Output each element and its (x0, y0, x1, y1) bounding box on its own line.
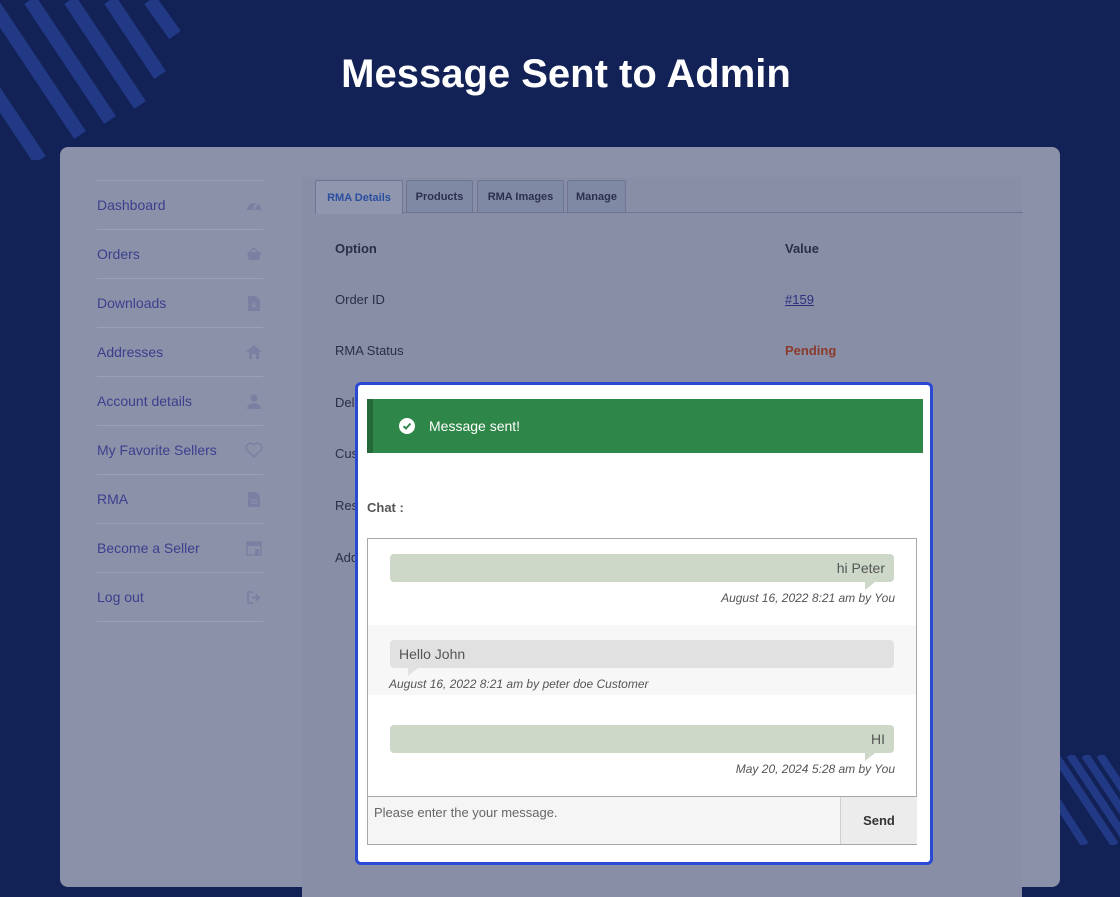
order-id-link[interactable]: #159 (785, 292, 814, 307)
basket-icon (245, 245, 263, 263)
bubble-tail (865, 582, 875, 590)
chat-composer: Please enter the your message. Send (368, 796, 917, 844)
success-alert: Message sent! (367, 399, 923, 453)
sidebar-item-dashboard[interactable]: Dashboard (97, 180, 263, 229)
file-download-icon (245, 294, 263, 312)
sidebar-item-addresses[interactable]: Addresses (97, 327, 263, 376)
account-sidebar: Dashboard Orders Downloads Addresses Acc… (97, 180, 263, 622)
chat-message: hi Peter (390, 554, 894, 582)
table-header-value: Value (785, 241, 819, 256)
message-input[interactable]: Please enter the your message. (368, 797, 838, 844)
sidebar-item-label: Downloads (97, 295, 167, 311)
chat-message-meta: May 20, 2024 5:28 am by You (735, 762, 895, 776)
row-label-rma-status: RMA Status (335, 343, 404, 358)
bubble-tail (408, 668, 418, 676)
row-label-partial: Del (335, 395, 355, 410)
sidebar-item-label: Addresses (97, 344, 164, 360)
page-title: Message Sent to Admin (341, 52, 791, 96)
sidebar-item-logout[interactable]: Log out (97, 572, 263, 622)
chat-message-meta: August 16, 2022 8:21 am by You (721, 591, 895, 605)
chat-message: Hello John (390, 640, 894, 668)
document-icon (245, 490, 263, 508)
row-label-order-id: Order ID (335, 292, 385, 307)
sidebar-item-account-details[interactable]: Account details (97, 376, 263, 425)
sidebar-item-label: Orders (97, 246, 140, 262)
dashboard-icon (245, 196, 263, 214)
logout-icon (245, 588, 263, 606)
alert-message: Message sent! (429, 418, 521, 434)
sidebar-item-label: Dashboard (97, 197, 166, 213)
bubble-tail (865, 753, 875, 761)
heart-icon (245, 441, 263, 459)
chat-message-meta: August 16, 2022 8:21 am by peter doe Cus… (389, 677, 649, 691)
sidebar-item-label: Account details (97, 393, 192, 409)
sidebar-item-orders[interactable]: Orders (97, 229, 263, 278)
rma-tabs: RMA Details Products RMA Images Manage (315, 180, 1023, 214)
table-header-option: Option (335, 241, 377, 256)
user-icon (245, 392, 263, 410)
sidebar-item-label: Become a Seller (97, 540, 200, 556)
send-button[interactable]: Send (840, 797, 917, 844)
tab-manage[interactable]: Manage (567, 180, 626, 212)
sidebar-item-label: RMA (97, 491, 129, 507)
chat-label: Chat : (367, 500, 404, 515)
tab-rma-details[interactable]: RMA Details (315, 180, 403, 214)
chat-modal: Message sent! Chat : hi Peter August 16,… (355, 382, 933, 865)
sidebar-item-become-seller[interactable]: Become a Seller (97, 523, 263, 572)
sidebar-item-rma[interactable]: RMA (97, 474, 263, 523)
home-icon (245, 343, 263, 361)
chat-message-text: Hello John (399, 646, 466, 662)
tab-products[interactable]: Products (406, 180, 473, 212)
sidebar-item-downloads[interactable]: Downloads (97, 278, 263, 327)
check-circle-icon (399, 418, 415, 434)
tab-rma-images[interactable]: RMA Images (477, 180, 564, 212)
chat-message: HI (390, 725, 894, 753)
sidebar-item-label: My Favorite Sellers (97, 442, 217, 458)
status-badge: Pending (785, 343, 837, 358)
sidebar-item-label: Log out (97, 589, 144, 605)
store-icon (245, 539, 263, 557)
chat-box: hi Peter August 16, 2022 8:21 am by You … (367, 538, 917, 845)
sidebar-item-favorite-sellers[interactable]: My Favorite Sellers (97, 425, 263, 474)
chat-message-text: HI (871, 731, 885, 747)
chat-message-text: hi Peter (836, 560, 885, 576)
decorative-stripes-bottom-right (1055, 755, 1120, 845)
